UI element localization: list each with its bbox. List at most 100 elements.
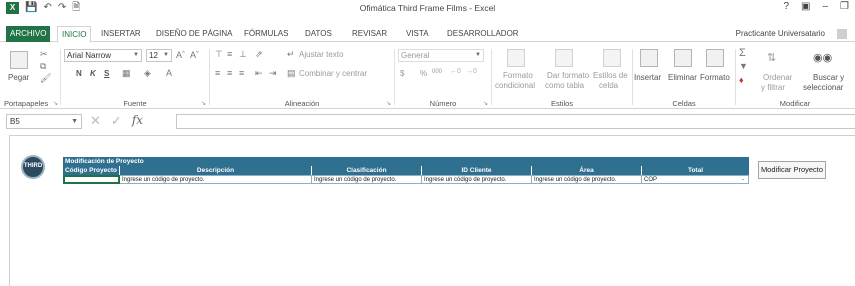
tab-inicio[interactable]: INICIO <box>57 26 92 43</box>
paste-icon[interactable] <box>10 51 28 69</box>
font-color-icon[interactable]: A <box>166 68 172 78</box>
bold-button[interactable]: N <box>76 69 82 78</box>
restore-icon[interactable]: ❐ <box>840 1 849 12</box>
binoculars-icon[interactable]: ◉◉ <box>813 51 832 64</box>
column-header: Descripción <box>120 166 312 175</box>
tab-datos[interactable]: DATOS <box>301 26 336 42</box>
format-as-table-button-line2[interactable]: como tabla <box>545 81 584 90</box>
tab-desarrollador[interactable]: DESARROLLADOR <box>443 26 523 42</box>
name-box[interactable]: B5 ▼ <box>6 114 82 129</box>
group-alignment: ⊤ ≡ ⊥ ⇗ ↵ Ajustar texto ≡ ≡ ≡ ⇤ ⇥ ▤ Comb… <box>211 47 393 109</box>
enter-icon[interactable]: ✓ <box>111 113 122 129</box>
avatar[interactable] <box>837 29 847 39</box>
tab-formulas[interactable]: FÓRMULAS <box>240 26 292 42</box>
format-cells-icon[interactable] <box>706 49 724 67</box>
delete-cells-icon[interactable] <box>674 49 692 67</box>
insert-function-icon[interactable]: fx <box>132 113 143 129</box>
bottom-align-icon[interactable]: ⊥ <box>239 49 247 60</box>
increase-indent-icon[interactable]: ⇥ <box>269 68 277 79</box>
classification-cell[interactable]: Ingrese un código de proyecto. <box>312 175 422 184</box>
help-icon[interactable]: ? <box>783 1 789 12</box>
sort-filter-button-line2[interactable]: y filtrar <box>761 83 785 92</box>
decrease-decimal-icon[interactable]: →0 <box>466 68 477 75</box>
paste-button[interactable]: Pegar <box>8 73 29 82</box>
align-center-icon[interactable]: ≡ <box>227 68 232 78</box>
fill-icon[interactable]: ▼ <box>739 61 748 71</box>
area-cell[interactable]: Ingrese un código de proyecto. <box>532 175 642 184</box>
format-as-table-button[interactable]: Dar formato <box>547 71 589 80</box>
cell-styles-button-line2[interactable]: celda <box>599 81 618 90</box>
separator <box>394 49 395 105</box>
insert-cells-icon[interactable] <box>640 49 658 67</box>
top-align-icon[interactable]: ⊤ <box>215 49 223 60</box>
column-header: Área <box>532 166 642 175</box>
clipboard-launcher-icon[interactable]: ↘ <box>53 100 58 107</box>
total-value: - <box>742 177 744 183</box>
tab-archivo[interactable]: ARCHIVO <box>6 26 51 42</box>
client-id-cell[interactable]: Ingrese un código de proyecto. <box>422 175 532 184</box>
format-painter-icon[interactable]: 🖌 <box>40 73 51 84</box>
description-cell[interactable]: Ingrese un código de proyecto. <box>120 175 312 184</box>
group-styles: Formato condicional Dar formato como tab… <box>493 47 631 109</box>
fill-color-icon[interactable]: ◈ <box>144 68 151 79</box>
total-cell[interactable]: COP - <box>642 175 749 184</box>
italic-button[interactable]: K <box>90 69 96 78</box>
conditional-format-button[interactable]: Formato <box>503 71 533 80</box>
number-launcher-icon[interactable]: ↘ <box>483 100 488 107</box>
format-button[interactable]: Formato <box>700 73 730 82</box>
formula-input[interactable] <box>176 114 855 129</box>
alignment-launcher-icon[interactable]: ↘ <box>386 100 391 107</box>
decrease-indent-icon[interactable]: ⇤ <box>255 68 263 79</box>
autosum-icon[interactable]: Σ <box>739 47 746 59</box>
minimize-icon[interactable]: – <box>822 1 828 12</box>
percent-button[interactable]: % <box>420 69 427 78</box>
cut-icon[interactable]: ✂ <box>40 49 48 60</box>
font-launcher-icon[interactable]: ↘ <box>201 100 206 107</box>
conditional-format-button-line2[interactable]: condicional <box>495 81 535 90</box>
find-select-button-line2[interactable]: seleccionar <box>803 83 843 92</box>
merge-center-button[interactable]: Combinar y centrar <box>299 69 367 78</box>
shrink-font-icon[interactable]: Aˇ <box>190 50 199 60</box>
currency-button[interactable]: $ <box>400 69 404 78</box>
font-name-select[interactable]: Arial Narrow ▼ <box>64 49 142 62</box>
window-title: Ofimática Third Frame Films - Excel <box>359 3 496 13</box>
cell-styles-button[interactable]: Estilos de <box>593 71 628 80</box>
find-select-button[interactable]: Buscar y <box>813 73 844 82</box>
account-name[interactable]: Practicante Universatario <box>736 26 825 42</box>
merge-center-icon[interactable]: ▤ <box>287 68 296 79</box>
orientation-icon[interactable]: ⇗ <box>255 49 263 60</box>
align-left-icon[interactable]: ≡ <box>215 68 220 78</box>
logo-text: THIRD <box>23 163 43 169</box>
cancel-icon[interactable]: ✕ <box>90 113 101 129</box>
middle-align-icon[interactable]: ≡ <box>227 49 232 59</box>
ribbon-display-icon[interactable]: ▣ <box>801 1 810 12</box>
borders-icon[interactable]: ▦ <box>122 68 131 79</box>
chevron-down-icon: ▼ <box>475 52 481 58</box>
number-format-select[interactable]: General ▼ <box>398 49 484 62</box>
tab-diseno-pagina[interactable]: DISEÑO DE PÁGINA <box>152 26 236 42</box>
font-size-select[interactable]: 12 ▼ <box>146 49 172 62</box>
format-as-table-icon[interactable] <box>555 49 573 67</box>
thousands-button[interactable]: 000 <box>432 69 442 75</box>
total-currency: COP <box>644 177 658 183</box>
copy-icon[interactable]: ⧉ <box>40 61 46 72</box>
sort-filter-button[interactable]: Ordenar <box>763 73 792 82</box>
tab-revisar[interactable]: REVISAR <box>348 26 391 42</box>
delete-button[interactable]: Eliminar <box>668 73 697 82</box>
wrap-text-icon[interactable]: ↵ <box>287 49 295 60</box>
increase-decimal-icon[interactable]: ←0 <box>450 68 461 75</box>
tab-vista[interactable]: VISTA <box>402 26 433 42</box>
conditional-format-icon[interactable] <box>507 49 525 67</box>
modify-project-button[interactable]: Modificar Proyecto <box>758 161 826 179</box>
sort-filter-icon[interactable]: ⇅ <box>767 51 776 64</box>
align-right-icon[interactable]: ≡ <box>239 68 244 78</box>
column-header: ID Cliente <box>422 166 532 175</box>
cell-styles-icon[interactable] <box>603 49 621 67</box>
insert-button[interactable]: Insertar <box>634 73 661 82</box>
grow-font-icon[interactable]: Aˆ <box>176 50 185 60</box>
wrap-text-button[interactable]: Ajustar texto <box>299 50 343 59</box>
project-code-cell[interactable] <box>63 175 120 184</box>
clear-icon[interactable]: ♦ <box>739 75 744 85</box>
underline-button[interactable]: S <box>104 69 109 78</box>
tab-insertar[interactable]: INSERTAR <box>97 26 145 42</box>
